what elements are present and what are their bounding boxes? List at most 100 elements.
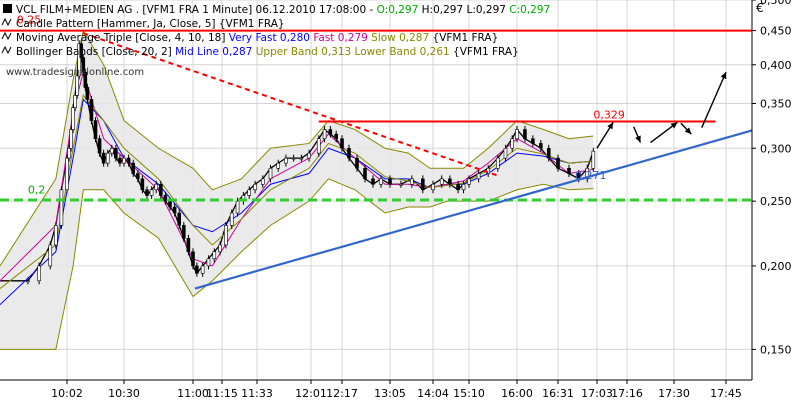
- legend-entry-part: C:0,297: [509, 4, 550, 16]
- candle-body: [371, 178, 375, 185]
- candle-body: [379, 178, 383, 185]
- x-tick-label: 17:30: [658, 387, 690, 400]
- candle-body: [247, 189, 252, 196]
- candle-body: [85, 87, 90, 100]
- candle-body: [69, 129, 73, 149]
- candle-body: [177, 212, 181, 226]
- candle-body: [163, 195, 168, 202]
- x-tick-label: 15:10: [453, 387, 485, 400]
- candle-body: [531, 138, 535, 144]
- candle-body: [355, 157, 359, 169]
- legend-entry-part: Very Fast 0,280: [229, 32, 310, 44]
- candle-body: [448, 178, 452, 185]
- candle-body: [75, 75, 79, 96]
- candle-body: [186, 237, 191, 253]
- legend-entry: Moving Average Triple [Close, 4, 10, 18]…: [16, 32, 498, 44]
- candle-body: [363, 167, 367, 180]
- candle-body: [191, 251, 195, 267]
- candle-body: [54, 225, 58, 246]
- y-tick-label: 0,400: [760, 59, 792, 72]
- candle-body: [456, 183, 460, 191]
- legend-entry: Bollinger Bands [Close, 20, 2] Mid Line …: [16, 46, 519, 58]
- candle-body: [347, 147, 351, 159]
- y-tick-label: 0,150: [760, 343, 792, 356]
- legend-entry-part: Fast 0,279: [313, 32, 368, 44]
- candle-body: [89, 99, 94, 121]
- candle-body: [172, 206, 177, 214]
- candle-body: [399, 183, 403, 186]
- price-annotation: 0,2: [28, 184, 45, 197]
- candle-body: [260, 178, 265, 185]
- candle-body: [145, 189, 149, 196]
- x-tick-label: 12:01: [295, 387, 327, 400]
- legend-entry-part: Bollinger Bands [Close, 20, 2]: [16, 46, 175, 58]
- legend-entry-part: O:0,297: [377, 4, 419, 16]
- candle-body: [97, 138, 102, 154]
- price-annotation: 0,329: [593, 108, 625, 121]
- candle-body: [523, 129, 527, 140]
- x-tick-label: 10:02: [51, 387, 83, 400]
- candle-body: [556, 157, 560, 169]
- price-icon: [3, 4, 12, 13]
- x-tick-label: 11:15: [206, 387, 238, 400]
- candle-body: [109, 147, 114, 154]
- candle-body: [65, 157, 69, 191]
- candle-body: [224, 225, 228, 246]
- legend-entry-part: Moving Average Triple [Close, 4, 10, 18]: [16, 32, 229, 44]
- candle-body: [410, 178, 414, 185]
- candle-body: [26, 280, 30, 283]
- candle-body: [253, 183, 257, 191]
- candle-body: [206, 258, 211, 267]
- y-tick-label: 0,300: [760, 142, 792, 155]
- candle-body: [182, 225, 186, 239]
- candle-body: [114, 147, 118, 159]
- watermark-text: www.tradesignalonline.com: [6, 67, 144, 78]
- candle-body: [322, 129, 327, 140]
- candle-body: [136, 173, 140, 180]
- candle-body: [431, 183, 435, 191]
- legend-entry-part: {VFM1 FRA}: [450, 46, 519, 58]
- y-tick-label: 0,250: [760, 195, 792, 208]
- candle-body: [316, 138, 321, 154]
- legend-entry: Candle Pattern [Hammer, Ja, Close, 5] {V…: [16, 18, 285, 30]
- candle-body: [149, 189, 154, 196]
- x-tick-label: 10:30: [108, 387, 140, 400]
- x-tick-label: 17:16: [611, 387, 643, 400]
- candle-body: [140, 178, 145, 191]
- legend-entry-part: Mid Line 0,287: [175, 46, 252, 58]
- x-tick-label: 17:03: [581, 387, 613, 400]
- candle-body: [299, 157, 304, 160]
- legend-entry-part: VCL FILM+MEDIEN AG . [VFM1 FRA 1 Minute]…: [16, 4, 377, 16]
- candle-body: [126, 157, 131, 164]
- legend-entry-part: Lower Band 0,261: [355, 46, 450, 58]
- candle-body: [48, 244, 53, 267]
- candle-body: [420, 178, 425, 191]
- candle-body: [515, 129, 519, 140]
- candle-body: [284, 157, 288, 164]
- y-tick-label: 0,450: [760, 25, 792, 38]
- candle-body: [567, 167, 571, 174]
- candle-body: [200, 265, 205, 274]
- legend-entry-part: Candle Pattern [Hammer, Ja, Close, 5] {V…: [16, 18, 285, 30]
- legend-entry-part: Upper Band 0,313: [256, 46, 351, 58]
- x-tick-label: 13:05: [374, 387, 406, 400]
- candle-body: [235, 200, 240, 214]
- candle-body: [467, 178, 471, 185]
- candle-body: [131, 162, 135, 174]
- candle-body: [159, 183, 163, 196]
- x-tick-label: 17:45: [710, 387, 742, 400]
- legend-entry-part: H:0,297 L:0,297: [418, 4, 509, 16]
- candle-body: [37, 265, 41, 282]
- candle-body: [229, 212, 234, 226]
- candle-body: [276, 162, 281, 169]
- candle-body: [439, 178, 444, 185]
- candle-body: [122, 157, 126, 164]
- candle-body: [461, 183, 466, 191]
- candle-body: [539, 143, 543, 149]
- x-tick-label: 14:04: [417, 387, 449, 400]
- x-tick-label: 16:31: [542, 387, 574, 400]
- candle-body: [268, 167, 273, 180]
- candle-body: [93, 120, 98, 140]
- x-tick-label: 16:00: [501, 387, 533, 400]
- legend-entry: VCL FILM+MEDIEN AG . [VFM1 FRA 1 Minute]…: [16, 4, 550, 16]
